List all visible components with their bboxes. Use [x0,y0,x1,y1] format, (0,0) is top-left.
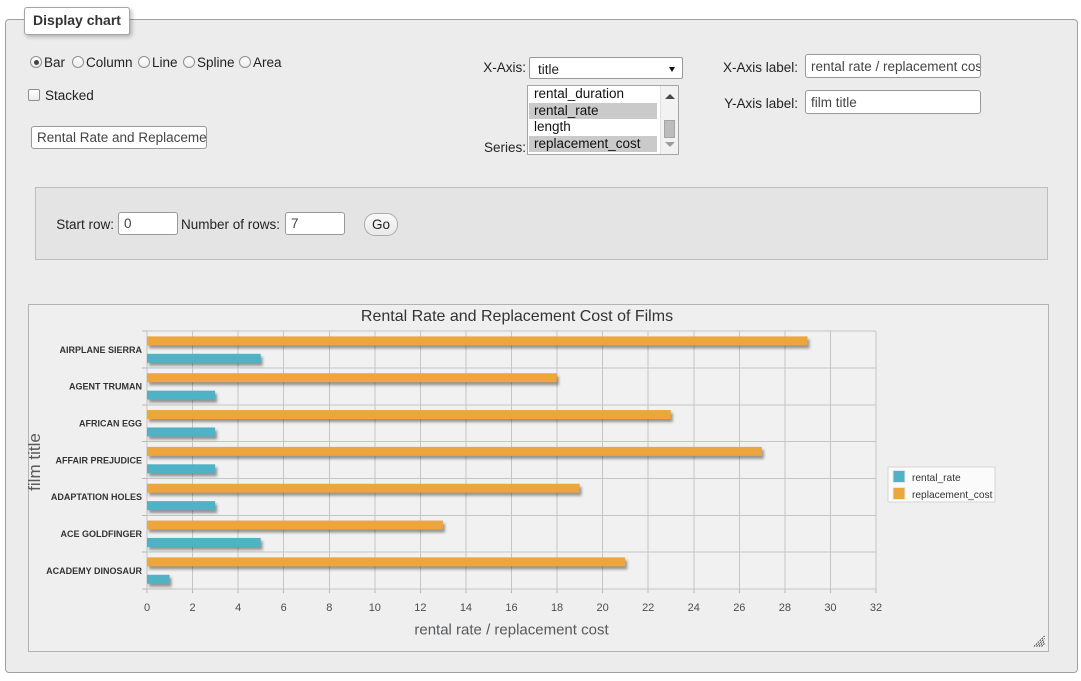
svg-text:22: 22 [642,602,654,614]
svg-text:16: 16 [505,602,517,614]
svg-text:6: 6 [281,602,287,614]
svg-text:8: 8 [326,602,332,614]
svg-text:AIRPLANE SIERRA: AIRPLANE SIERRA [59,345,142,355]
svg-text:rental rate / replacement cost: rental rate / replacement cost [414,622,609,639]
svg-text:30: 30 [824,602,836,614]
svg-text:film title: film title [25,433,44,491]
svg-text:Rental Rate and Replacement Co: Rental Rate and Replacement Cost of Film… [361,308,673,325]
svg-text:replacement_cost: replacement_cost [912,490,993,501]
svg-text:rental_rate: rental_rate [912,473,961,484]
svg-text:24: 24 [688,602,700,614]
svg-text:10: 10 [369,602,381,614]
svg-text:ACE GOLDFINGER: ACE GOLDFINGER [60,529,142,539]
svg-text:20: 20 [597,602,609,614]
svg-text:18: 18 [551,602,563,614]
svg-text:AFRICAN EGG: AFRICAN EGG [79,418,142,428]
svg-text:ACADEMY DINOSAUR: ACADEMY DINOSAUR [46,566,142,576]
svg-text:ADAPTATION HOLES: ADAPTATION HOLES [51,492,142,502]
svg-text:28: 28 [779,602,791,614]
svg-text:32: 32 [870,602,882,614]
svg-text:4: 4 [235,602,241,614]
svg-text:26: 26 [733,602,745,614]
svg-text:12: 12 [414,602,426,614]
svg-text:AFFAIR PREJUDICE: AFFAIR PREJUDICE [55,455,142,465]
svg-text:2: 2 [190,602,196,614]
svg-text:AGENT TRUMAN: AGENT TRUMAN [69,382,142,392]
svg-text:14: 14 [460,602,472,614]
svg-text:0: 0 [144,602,150,614]
